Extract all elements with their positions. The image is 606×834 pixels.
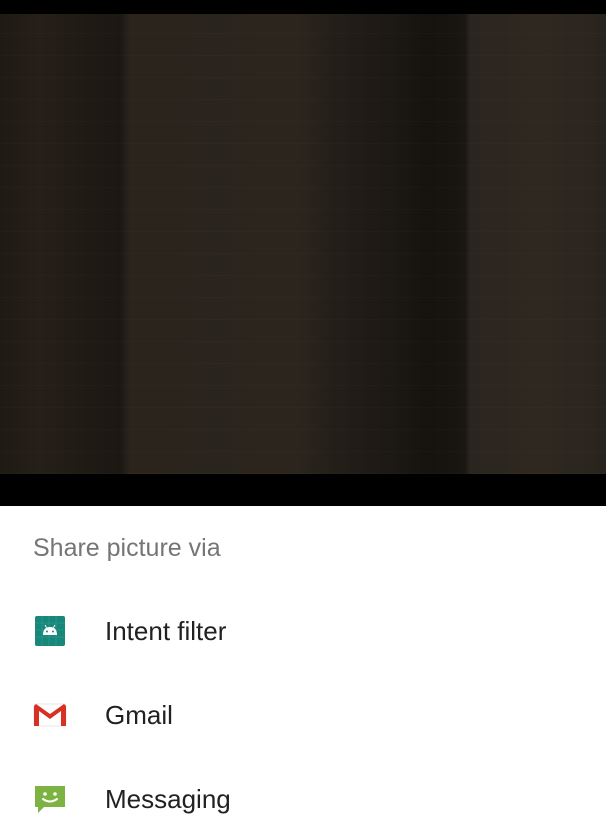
status-bar-strip [0,0,606,14]
share-target-intent-filter[interactable]: Intent filter [0,590,606,674]
camera-preview [0,14,606,474]
screen: Share picture via Intent filter Gmail Me… [0,0,606,834]
share-target-gmail[interactable]: Gmail [0,674,606,758]
share-target-label: Intent filter [105,616,227,646]
messaging-icon [33,782,67,816]
share-target-label: Gmail [105,700,173,730]
preview-bottom-strip [0,474,606,506]
share-sheet-title: Share picture via [33,534,221,562]
share-target-messaging[interactable]: Messaging [0,758,606,834]
gmail-icon [33,698,67,732]
android-icon [33,614,67,648]
share-sheet: Share picture via Intent filter Gmail Me… [0,506,606,834]
share-target-label: Messaging [105,784,231,814]
